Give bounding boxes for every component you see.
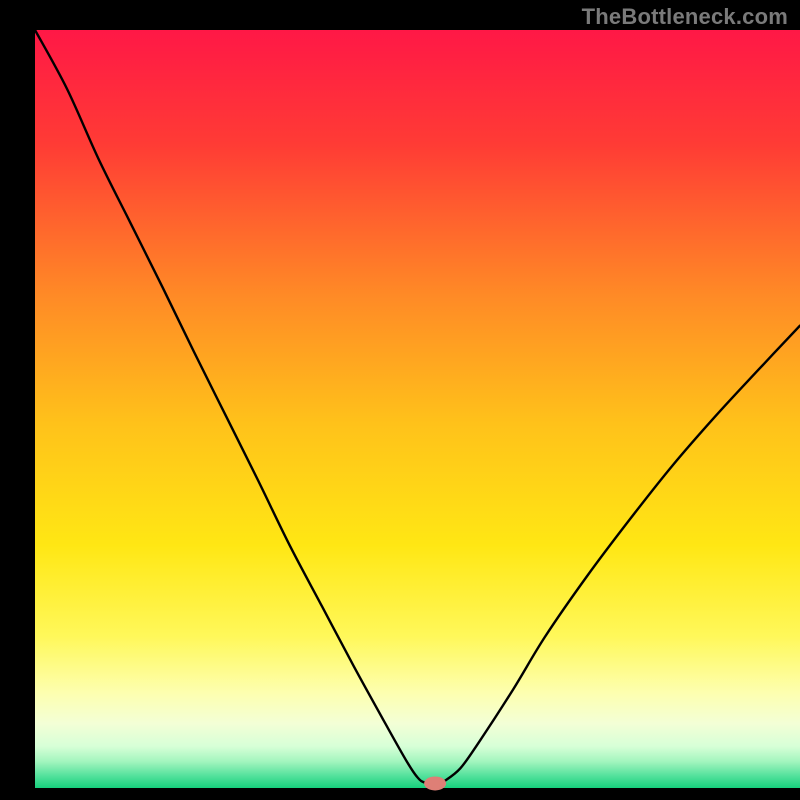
- bottleneck-chart: [0, 0, 800, 800]
- chart-frame: TheBottleneck.com: [0, 0, 800, 800]
- watermark-text: TheBottleneck.com: [582, 4, 788, 30]
- current-point-marker: [424, 776, 446, 790]
- plot-background: [35, 30, 800, 788]
